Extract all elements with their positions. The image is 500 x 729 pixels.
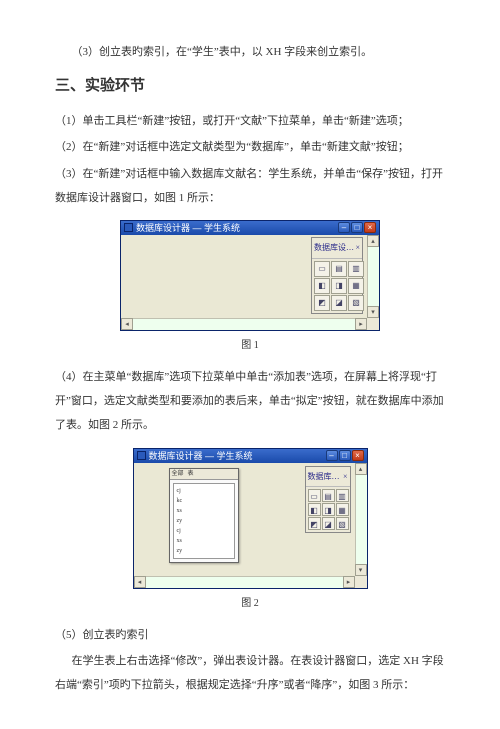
toolbox-button[interactable]: ▤ <box>331 261 347 277</box>
figure-1-window: 数据库设计器 — 学生系统 – □ × 数据库设… × ▭ ▤ ▥ ◧ ◨ <box>120 220 380 331</box>
toolbox-close-icon[interactable]: × <box>355 239 360 257</box>
step-1: （1）单击工具栏“新建”按钮，或打开“文献”下拉菜单，单击“新建”选项； <box>55 109 445 133</box>
titlebar: 数据库设计器 — 学生系统 – □ × <box>134 449 367 463</box>
scrollbar-horizontal[interactable] <box>134 576 355 588</box>
toolbox-button[interactable]: ▦ <box>348 278 364 294</box>
scroll-right-icon[interactable]: ▸ <box>343 576 355 588</box>
figure-2-caption: 图 2 <box>55 593 445 615</box>
scrollbar-horizontal[interactable] <box>121 318 367 330</box>
titlebar: 数据库设计器 — 学生系统 – □ × <box>121 221 379 235</box>
window-body: 数据库设… × ▭ ▤ ▥ ◧ ◨ ▦ ◩ ◪ ▧ ▴ ▾ ◂ <box>121 235 379 330</box>
scroll-down-icon[interactable]: ▾ <box>355 564 367 576</box>
step-3: （3）在“新建”对话框中输入数据库文献名：学生系统，并单击“保存”按钮，打开数据… <box>55 162 445 210</box>
list-item[interactable]: cj <box>177 486 231 496</box>
toolbox-title: 数据库设… <box>314 239 354 257</box>
list-item[interactable]: cj <box>177 526 231 536</box>
toolbox-button[interactable]: ▤ <box>322 489 335 502</box>
scroll-up-icon[interactable]: ▴ <box>355 463 367 475</box>
database-toolbox: 数据库设… × ▭ ▤ ▥ ◧ ◨ ▦ ◩ ◪ ▧ <box>311 237 363 314</box>
dialog-file-list[interactable]: cj kc xs zy cj xs zy <box>173 483 235 559</box>
close-button[interactable]: × <box>352 450 364 461</box>
step-4: （4）在主菜单“数据库”选项下拉菜单中单击“添加表”选项，在屏幕上将浮现“打开”… <box>55 365 445 438</box>
minimize-button[interactable]: – <box>338 222 350 233</box>
figure-2-window: 数据库设计器 — 学生系统 – □ × 全部 表 cj kc xs zy cj <box>133 448 368 589</box>
toolbox-button[interactable]: ▭ <box>308 489 321 502</box>
figure-1-caption: 图 1 <box>55 335 445 357</box>
step-2: （2）在“新建”对话框中选定文献类型为“数据库”，单击“新建文献”按钮； <box>55 135 445 159</box>
toolbox-button[interactable]: ◧ <box>314 278 330 294</box>
toolbox-button[interactable]: ▥ <box>336 489 349 502</box>
list-item[interactable]: kc <box>177 496 231 506</box>
toolbox-button[interactable]: ◨ <box>331 278 347 294</box>
close-button[interactable]: × <box>364 222 376 233</box>
list-item[interactable]: xs <box>177 506 231 516</box>
toolbox-close-icon[interactable]: × <box>343 468 348 486</box>
scroll-down-icon[interactable]: ▾ <box>367 306 379 318</box>
open-dialog: 全部 表 cj kc xs zy cj xs zy <box>169 468 239 563</box>
maximize-button[interactable]: □ <box>339 450 351 461</box>
list-item[interactable]: xs <box>177 536 231 546</box>
window-icon <box>137 451 146 460</box>
figure-2-wrap: 数据库设计器 — 学生系统 – □ × 全部 表 cj kc xs zy cj <box>55 448 445 589</box>
scroll-right-icon[interactable]: ▸ <box>355 318 367 330</box>
window-title: 数据库设计器 — 学生系统 <box>136 221 240 235</box>
toolbox-button[interactable]: ◨ <box>322 503 335 516</box>
toolbox-button[interactable]: ▦ <box>336 503 349 516</box>
scroll-left-icon[interactable]: ◂ <box>134 576 146 588</box>
window-icon <box>124 223 133 232</box>
step-5-detail: 在学生表上右击选择“修改”，弹出表设计器。在表设计器窗口，选定 XH 字段右端“… <box>55 649 445 697</box>
minimize-button[interactable]: – <box>326 450 338 461</box>
figure-1-wrap: 数据库设计器 — 学生系统 – □ × 数据库设… × ▭ ▤ ▥ ◧ ◨ <box>55 220 445 331</box>
window-body: 全部 表 cj kc xs zy cj xs zy 数据库… × <box>134 463 367 588</box>
scroll-up-icon[interactable]: ▴ <box>367 235 379 247</box>
toolbox-button[interactable]: ▥ <box>348 261 364 277</box>
toolbox-title: 数据库… <box>308 468 340 486</box>
toolbox-button[interactable]: ▧ <box>348 295 364 311</box>
toolbox-button[interactable]: ▧ <box>336 517 349 530</box>
section-heading: 三、实验环节 <box>55 70 445 103</box>
list-item[interactable]: zy <box>177 546 231 556</box>
list-item[interactable]: zy <box>177 516 231 526</box>
dialog-tab[interactable]: 全部 <box>172 469 184 479</box>
scroll-corner <box>355 576 367 588</box>
dialog-tab[interactable]: 表 <box>188 469 194 479</box>
toolbox-button[interactable]: ◪ <box>322 517 335 530</box>
database-toolbox: 数据库… × ▭ ▤ ▥ ◧ ◨ ▦ ◩ ◪ ▧ <box>305 466 351 534</box>
toolbox-button[interactable]: ◪ <box>331 295 347 311</box>
scroll-left-icon[interactable]: ◂ <box>121 318 133 330</box>
toolbox-button[interactable]: ◩ <box>308 517 321 530</box>
maximize-button[interactable]: □ <box>351 222 363 233</box>
para-3-index: （3）创立表旳索引，在“学生”表中，以 XH 字段来创立索引。 <box>55 40 445 64</box>
window-title: 数据库设计器 — 学生系统 <box>149 449 253 463</box>
toolbox-button[interactable]: ◩ <box>314 295 330 311</box>
toolbox-button[interactable]: ◧ <box>308 503 321 516</box>
scroll-corner <box>367 318 379 330</box>
scrollbar-vertical[interactable] <box>355 463 367 576</box>
toolbox-button[interactable]: ▭ <box>314 261 330 277</box>
step-5: （5）创立表旳索引 <box>55 623 445 647</box>
